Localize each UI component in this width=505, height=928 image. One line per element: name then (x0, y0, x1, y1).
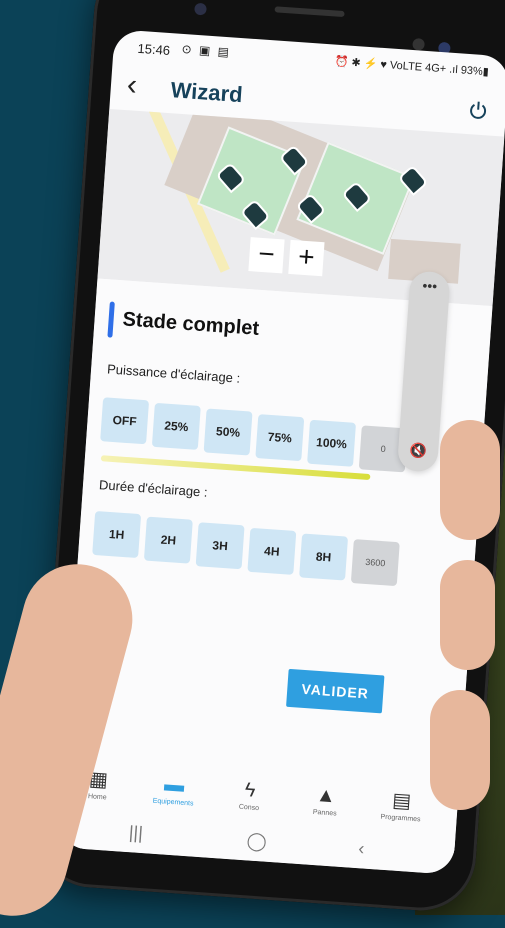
validate-button[interactable]: VALIDER (286, 668, 385, 714)
page-title: Wizard (169, 77, 244, 108)
calendar-icon: ▤ (391, 789, 412, 813)
power-option-100[interactable]: 100% (307, 419, 357, 467)
nav-conso[interactable]: ϟ Conso (219, 774, 281, 813)
hand-finger (430, 690, 490, 810)
duration-custom-input[interactable]: 3600 (350, 539, 400, 587)
equipment-icon: ▬ (163, 773, 186, 797)
status-system-icons: ⏰ ✱ ⚡ ♥ VoLTE 4G+ .ıl 93%▮ (334, 55, 490, 79)
lightning-icon: ϟ (244, 779, 257, 802)
hand-finger (440, 420, 500, 540)
warning-icon: ▲ (315, 784, 337, 808)
duration-option-2h[interactable]: 2H (143, 516, 193, 564)
power-icon[interactable] (467, 100, 488, 121)
nav-equipements[interactable]: ▬ Equipements (143, 769, 205, 808)
nav-pannes[interactable]: ▲ Pannes (295, 780, 357, 819)
duration-label: Durée d'éclairage : (98, 477, 209, 500)
power-option-off[interactable]: OFF (100, 397, 150, 445)
status-notification-icons: ⊙ ▣ ▤ (181, 41, 232, 60)
duration-option-8h[interactable]: 8H (299, 533, 349, 581)
power-option-50[interactable]: 50% (203, 408, 253, 456)
section-accent-bar (107, 301, 115, 338)
status-time: 15:46 (137, 40, 171, 59)
system-back-button[interactable]: ‹ (358, 838, 365, 859)
power-label: Puissance d'éclairage : (106, 361, 241, 386)
duration-option-4h[interactable]: 4H (247, 527, 297, 575)
mute-icon[interactable]: 🔇 (398, 441, 439, 461)
duration-option-3h[interactable]: 3H (195, 522, 245, 570)
recent-apps-button[interactable]: ||| (128, 822, 143, 844)
duration-option-1h[interactable]: 1H (92, 510, 142, 559)
home-button[interactable]: ◯ (246, 830, 268, 852)
power-option-25[interactable]: 25% (151, 402, 201, 450)
zoom-out-button[interactable]: − (248, 237, 285, 274)
section-title: Stade complet (121, 308, 260, 340)
zoom-in-button[interactable]: + (288, 239, 325, 277)
hand-finger (440, 560, 495, 670)
more-options-icon[interactable]: ••• (409, 276, 450, 295)
back-button[interactable]: ‹ (126, 68, 138, 103)
power-option-75[interactable]: 75% (255, 414, 305, 462)
nav-programmes[interactable]: ▤ Programmes (370, 785, 432, 824)
